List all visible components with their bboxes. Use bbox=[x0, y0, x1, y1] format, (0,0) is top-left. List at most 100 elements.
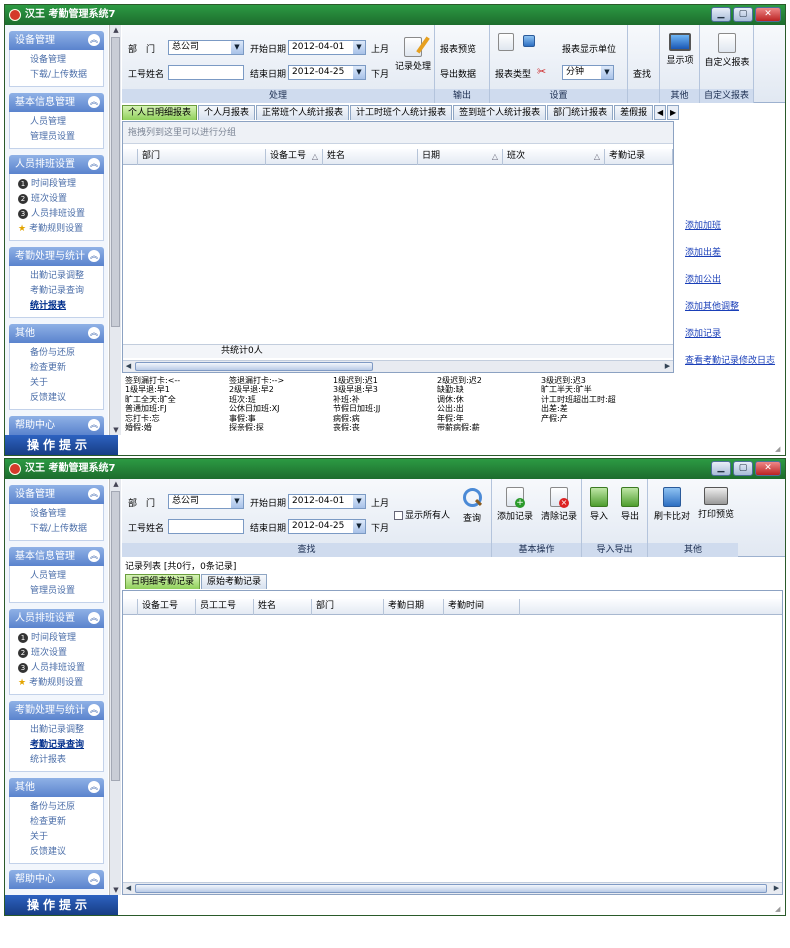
start-date-input[interactable]: 2012-04-01 ▼ bbox=[288, 40, 366, 55]
copy-icon[interactable] bbox=[523, 35, 535, 47]
custom-report-button[interactable]: 自定义报表 bbox=[700, 33, 754, 68]
scissors-icon[interactable]: ✂ bbox=[537, 65, 546, 78]
column-header-attendance[interactable]: 考勤记录 bbox=[605, 149, 673, 165]
sidebar-scrollbar[interactable]: ▲ ▼ bbox=[109, 25, 121, 435]
record-process-button[interactable]: 记录处理 bbox=[393, 37, 433, 72]
name-input[interactable] bbox=[168, 519, 244, 534]
sidebar-item-admin-settings[interactable]: 管理员设置 bbox=[10, 584, 103, 599]
clipboard-icon[interactable] bbox=[498, 33, 514, 51]
chevron-up-icon[interactable]: ︽ bbox=[88, 419, 100, 431]
sidebar-group-header[interactable]: 设备管理 ︽ bbox=[9, 485, 104, 504]
chevron-up-icon[interactable]: ︽ bbox=[88, 96, 100, 108]
scroll-up-arrow-icon[interactable]: ▲ bbox=[111, 25, 121, 35]
display-items-button[interactable]: 显示项 bbox=[662, 33, 698, 66]
sidebar-item-device-manage[interactable]: 设备管理 bbox=[10, 53, 103, 68]
chevron-up-icon[interactable]: ︽ bbox=[88, 158, 100, 170]
grid-horizontal-scrollbar[interactable]: ◀ ▶ bbox=[123, 882, 782, 894]
scrollbar-thumb[interactable] bbox=[135, 362, 373, 371]
tab-scroll-left-icon[interactable]: ◀ bbox=[654, 105, 667, 120]
operation-tips-button[interactable]: 操作提示 bbox=[5, 895, 118, 915]
column-header-device-id[interactable]: 设备工号 △ bbox=[266, 149, 323, 165]
sidebar-group-header[interactable]: 其他 ︽ bbox=[9, 324, 104, 343]
add-record-button[interactable]: 添加记录 bbox=[494, 487, 536, 522]
maximize-button[interactable]: ▢ bbox=[733, 7, 753, 22]
column-header-shift[interactable]: 班次 △ bbox=[503, 149, 605, 165]
sidebar-group-header[interactable]: 考勤处理与统计 ︽ bbox=[9, 247, 104, 266]
sidebar-item-backup-restore[interactable]: 备份与还原 bbox=[10, 800, 103, 815]
sidebar-item-download-upload[interactable]: 下载/上传数据 bbox=[10, 68, 103, 83]
sidebar-item-attendance-rules[interactable]: ★ 考勤规则设置 bbox=[10, 222, 103, 237]
close-button[interactable]: ✕ bbox=[755, 461, 781, 476]
report-type-button[interactable]: 报表类型 bbox=[495, 67, 531, 80]
minimize-button[interactable]: ▁ bbox=[711, 461, 731, 476]
link-add-record[interactable]: 添加记录 bbox=[685, 327, 775, 354]
chevron-up-icon[interactable]: ︽ bbox=[88, 781, 100, 793]
chevron-down-icon[interactable]: ▼ bbox=[231, 41, 243, 54]
show-all-checkbox[interactable]: 显示所有人 bbox=[394, 508, 450, 521]
chevron-up-icon[interactable]: ︽ bbox=[88, 704, 100, 716]
chevron-up-icon[interactable]: ︽ bbox=[88, 488, 100, 500]
sidebar-item-statistics-report[interactable]: 统计报表 bbox=[10, 299, 103, 314]
prev-month-button[interactable]: 上月 bbox=[371, 496, 389, 509]
chevron-up-icon[interactable]: ︽ bbox=[88, 612, 100, 624]
sidebar-group-header[interactable]: 其他 ︽ bbox=[9, 778, 104, 797]
sidebar-group-header[interactable]: 人员排班设置 ︽ bbox=[9, 155, 104, 174]
sidebar-item-person-schedule[interactable]: 3 人员排班设置 bbox=[10, 207, 103, 222]
column-header-att-date[interactable]: 考勤日期 bbox=[384, 599, 444, 615]
chevron-down-icon[interactable]: ▼ bbox=[353, 41, 365, 54]
sidebar-item-shift-settings[interactable]: 2 班次设置 bbox=[10, 646, 103, 661]
chevron-up-icon[interactable]: ︽ bbox=[88, 250, 100, 262]
scroll-up-arrow-icon[interactable]: ▲ bbox=[111, 479, 121, 489]
column-header-dept[interactable]: 部门 bbox=[312, 599, 384, 615]
import-button[interactable]: 导入 bbox=[585, 487, 613, 522]
sidebar-group-header[interactable]: 设备管理 ︽ bbox=[9, 31, 104, 50]
chevron-up-icon[interactable]: ︽ bbox=[88, 327, 100, 339]
scrollbar-thumb[interactable] bbox=[111, 491, 120, 781]
end-date-input[interactable]: 2012-04-25 ▼ bbox=[288, 65, 366, 80]
group-by-area[interactable]: 拖拽列到这里可以进行分组 bbox=[123, 122, 673, 144]
sidebar-item-attendance-adjust[interactable]: 出勤记录调整 bbox=[10, 723, 103, 738]
scroll-right-arrow-icon[interactable]: ▶ bbox=[662, 361, 673, 372]
report-preview-button[interactable]: 报表预览 bbox=[440, 42, 476, 55]
scrollbar-thumb[interactable] bbox=[135, 884, 767, 893]
sidebar-item-download-upload[interactable]: 下载/上传数据 bbox=[10, 522, 103, 537]
chevron-down-icon[interactable]: ▼ bbox=[231, 495, 243, 508]
dept-select[interactable]: 总公司 ▼ bbox=[168, 494, 244, 509]
chevron-up-icon[interactable]: ︽ bbox=[88, 34, 100, 46]
chevron-down-icon[interactable]: ▼ bbox=[353, 495, 365, 508]
column-header-name[interactable]: 姓名 bbox=[323, 149, 418, 165]
tab-scroll-right-icon[interactable]: ▶ bbox=[667, 105, 680, 120]
sidebar-item-check-update[interactable]: 检查更新 bbox=[10, 815, 103, 830]
sidebar-item-person-schedule[interactable]: 3 人员排班设置 bbox=[10, 661, 103, 676]
sidebar-group-header[interactable]: 帮助中心 ︽ bbox=[9, 870, 104, 889]
scrollbar-thumb[interactable] bbox=[111, 37, 120, 327]
sidebar-item-time-period[interactable]: 1 时间段管理 bbox=[10, 631, 103, 646]
prev-month-button[interactable]: 上月 bbox=[371, 42, 389, 55]
link-view-modify-log[interactable]: 查看考勤记录修改日志 bbox=[685, 354, 775, 381]
start-date-input[interactable]: 2012-04-01 ▼ bbox=[288, 494, 366, 509]
column-header-device-id[interactable]: 设备工号 bbox=[138, 599, 196, 615]
chevron-down-icon[interactable]: ▼ bbox=[353, 520, 365, 533]
print-preview-button[interactable]: 打印预览 bbox=[694, 487, 738, 520]
sidebar-item-person-manage[interactable]: 人员管理 bbox=[10, 115, 103, 130]
tab-raw-records[interactable]: 原始考勤记录 bbox=[201, 574, 268, 589]
sidebar-item-statistics-report[interactable]: 统计报表 bbox=[10, 753, 103, 768]
column-header-att-time[interactable]: 考勤时间 bbox=[444, 599, 520, 615]
query-button[interactable]: 查询 bbox=[456, 487, 488, 524]
tab-hourly-shift-stats[interactable]: 计工时班个人统计报表 bbox=[350, 105, 453, 120]
resize-grip-icon[interactable]: ◢ bbox=[775, 445, 783, 453]
maximize-button[interactable]: ▢ bbox=[733, 461, 753, 476]
clear-record-button[interactable]: 清除记录 bbox=[537, 487, 581, 522]
tab-signin-shift-stats[interactable]: 签到班个人统计报表 bbox=[453, 105, 547, 120]
tab-personal-daily[interactable]: 个人日明细报表 bbox=[122, 105, 198, 120]
tab-department-stats[interactable]: 部门统计报表 bbox=[547, 105, 614, 120]
scroll-left-arrow-icon[interactable]: ◀ bbox=[123, 883, 134, 894]
chevron-down-icon[interactable]: ▼ bbox=[353, 66, 365, 79]
chevron-down-icon[interactable]: ▼ bbox=[601, 66, 613, 79]
sidebar-item-admin-settings[interactable]: 管理员设置 bbox=[10, 130, 103, 145]
sidebar-item-time-period[interactable]: 1 时间段管理 bbox=[10, 177, 103, 192]
sidebar-item-shift-settings[interactable]: 2 班次设置 bbox=[10, 192, 103, 207]
checkbox-icon[interactable] bbox=[394, 511, 403, 520]
sidebar-item-feedback[interactable]: 反馈建议 bbox=[10, 845, 103, 860]
link-add-business-trip[interactable]: 添加出差 bbox=[685, 246, 775, 273]
